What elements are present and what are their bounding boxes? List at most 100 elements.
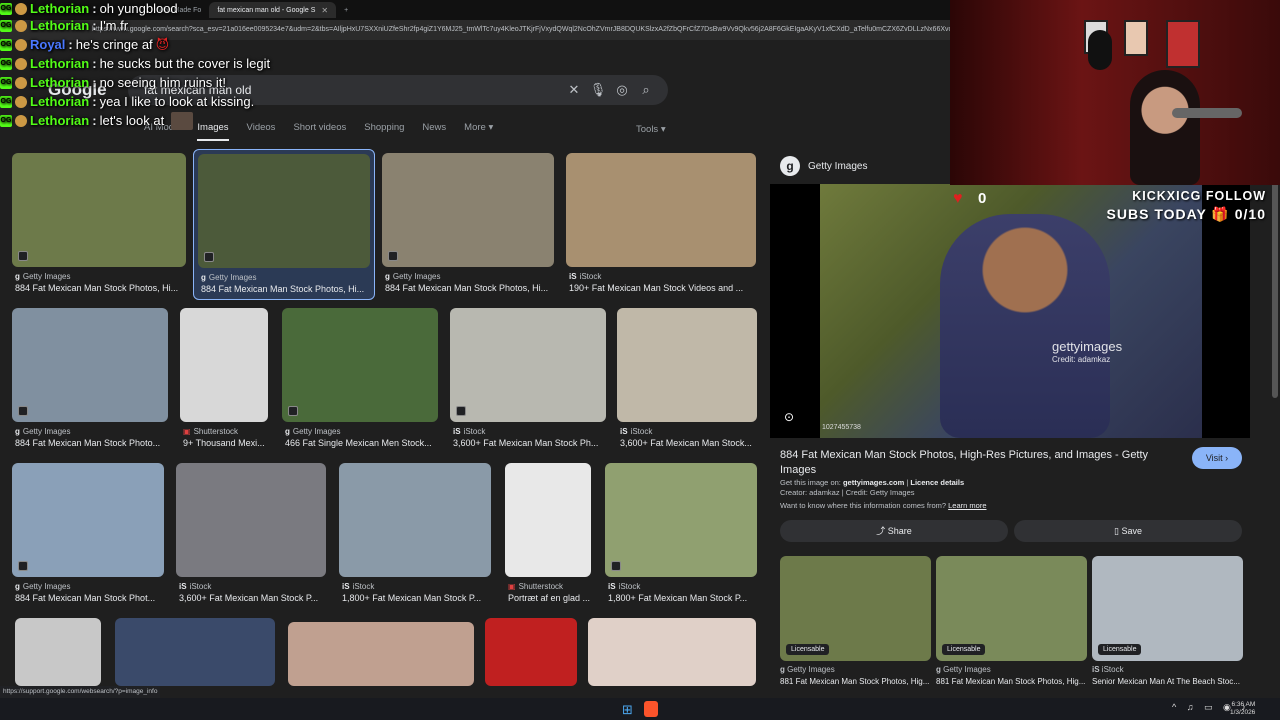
result-caption[interactable]: 884 Fat Mexican Man Stock Photos, Hi...: [201, 284, 371, 294]
result-source[interactable]: g Getty Images: [285, 427, 340, 436]
result-tile[interactable]: [485, 618, 577, 686]
result-source[interactable]: g Getty Images: [201, 273, 256, 282]
result-tile[interactable]: iS iStock 1,800+ Fat Mexican Man Stock P..…: [605, 463, 757, 608]
result-source[interactable]: iS iStock: [342, 582, 374, 591]
result-source[interactable]: iS iStock: [569, 272, 601, 281]
result-source[interactable]: g Getty Images: [15, 582, 70, 591]
result-tile[interactable]: [288, 622, 474, 686]
scrollbar[interactable]: [1272, 148, 1278, 398]
related-caption[interactable]: 881 Fat Mexican Man Stock Photos, Hig...: [780, 677, 931, 686]
result-tile[interactable]: iS iStock 1,800+ Fat Mexican Man Stock P..…: [339, 463, 491, 608]
result-tile[interactable]: g Getty Images 466 Fat Single Mexican Men …: [282, 308, 438, 453]
tab-short-videos[interactable]: Short videos: [293, 122, 346, 141]
result-caption[interactable]: 3,600+ Fat Mexican Man Stock P...: [179, 593, 327, 603]
licence-link[interactable]: Licence details: [910, 478, 964, 487]
result-tile-selected[interactable]: g Getty Images 884 Fat Mexican Man Stock P…: [193, 149, 375, 300]
close-tab-icon[interactable]: ✕: [321, 6, 328, 15]
new-tab-button[interactable]: +: [336, 2, 356, 18]
result-thumbnail[interactable]: [288, 622, 474, 686]
clear-icon[interactable]: ✕: [562, 82, 586, 98]
result-caption[interactable]: 1,800+ Fat Mexican Man Stock P...: [342, 593, 492, 603]
result-tile[interactable]: g Getty Images 884 Fat Mexican Man Stock P…: [12, 463, 164, 608]
result-thumbnail[interactable]: [198, 154, 370, 268]
result-source[interactable]: ▣ Shutterstock: [508, 582, 563, 591]
result-thumbnail[interactable]: [605, 463, 757, 577]
result-caption[interactable]: Portræt af en glad ...: [508, 593, 592, 603]
windows-start-icon[interactable]: ⊞: [622, 702, 633, 718]
learn-more-link[interactable]: Learn more: [948, 501, 986, 510]
result-tile[interactable]: iS iStock 3,600+ Fat Mexican Man Stock...: [617, 308, 757, 453]
tab-images[interactable]: Images: [197, 122, 229, 141]
related-caption[interactable]: Senior Mexican Man At The Beach Stoc...: [1092, 677, 1243, 686]
share-button[interactable]: ⤴ Share: [780, 520, 1008, 542]
tab-news[interactable]: News: [422, 122, 446, 141]
result-thumbnail[interactable]: [282, 308, 438, 422]
result-caption[interactable]: 884 Fat Mexican Man Stock Photo...: [15, 438, 169, 448]
result-tile[interactable]: g Getty Images 884 Fat Mexican Man Stock P…: [12, 308, 168, 453]
result-source[interactable]: iS iStock: [179, 582, 211, 591]
taskbar-clock[interactable]: 6:36 AM 1/3/2026: [1230, 701, 1255, 717]
result-thumbnail[interactable]: [450, 308, 606, 422]
related-image[interactable]: Licensable: [1092, 556, 1243, 661]
panel-title[interactable]: 884 Fat Mexican Man Stock Photos, High-R…: [780, 448, 1180, 478]
save-button[interactable]: ▯ Save: [1014, 520, 1242, 542]
result-source[interactable]: iS iStock: [453, 427, 485, 436]
result-source[interactable]: ▣ Shutterstock: [183, 427, 238, 436]
result-tile[interactable]: ▣ Shutterstock Portræt af en glad ...: [505, 463, 591, 608]
result-tile[interactable]: [588, 618, 756, 686]
visit-button[interactable]: Visit ›: [1192, 447, 1242, 469]
result-caption[interactable]: 884 Fat Mexican Man Stock Phot...: [15, 593, 165, 603]
related-image[interactable]: Licensable: [780, 556, 931, 661]
result-caption[interactable]: 9+ Thousand Mexi...: [183, 438, 269, 448]
result-caption[interactable]: 3,600+ Fat Mexican Man Stock...: [620, 438, 758, 448]
tab-videos[interactable]: Videos: [247, 122, 276, 141]
result-tile[interactable]: [15, 618, 101, 686]
related-source[interactable]: g Getty Images: [780, 665, 931, 674]
result-thumbnail[interactable]: [12, 308, 168, 422]
result-tile[interactable]: g Getty Images 884 Fat Mexican Man Stock P…: [382, 153, 554, 298]
result-source[interactable]: iS iStock: [608, 582, 640, 591]
tab-shopping[interactable]: Shopping: [364, 122, 404, 141]
result-thumbnail[interactable]: [617, 308, 757, 422]
result-thumbnail[interactable]: [382, 153, 554, 267]
result-thumbnail[interactable]: [115, 618, 275, 686]
result-caption[interactable]: 3,600+ Fat Mexican Man Stock Ph...: [453, 438, 607, 448]
result-caption[interactable]: 466 Fat Single Mexican Men Stock...: [285, 438, 439, 448]
result-source[interactable]: g Getty Images: [15, 272, 70, 281]
related-source[interactable]: g Getty Images: [936, 665, 1087, 674]
related-tile[interactable]: Licensable g Getty Images 881 Fat Mexican …: [936, 556, 1087, 686]
result-thumbnail[interactable]: [566, 153, 756, 267]
result-tile[interactable]: iS iStock 3,600+ Fat Mexican Man Stock P..…: [176, 463, 326, 608]
result-thumbnail[interactable]: [15, 618, 101, 686]
result-thumbnail[interactable]: [485, 618, 577, 686]
lens-icon[interactable]: ◎: [610, 82, 634, 98]
result-thumbnail[interactable]: [180, 308, 268, 422]
result-caption[interactable]: 190+ Fat Mexican Man Stock Videos and ..…: [569, 283, 757, 293]
result-source[interactable]: g Getty Images: [385, 272, 440, 281]
result-caption[interactable]: 884 Fat Mexican Man Stock Photos, Hi...: [385, 283, 555, 293]
domain-link[interactable]: gettyimages.com: [843, 478, 904, 487]
tools-button[interactable]: Tools ▾: [636, 124, 666, 135]
result-source[interactable]: g Getty Images: [15, 427, 70, 436]
brave-browser-icon[interactable]: [644, 701, 658, 717]
result-source[interactable]: iS iStock: [620, 427, 652, 436]
related-image[interactable]: Licensable: [936, 556, 1087, 661]
result-tile[interactable]: ▣ Shutterstock 9+ Thousand Mexi...: [180, 308, 268, 453]
browser-tab-active[interactable]: fat mexican man old - Google S ✕: [209, 2, 337, 18]
search-icon[interactable]: ⌕: [634, 82, 658, 98]
result-thumbnail[interactable]: [505, 463, 591, 577]
microphone-icon[interactable]: 🎙: [586, 82, 610, 98]
lens-search-icon[interactable]: ⊙: [784, 410, 794, 424]
result-tile[interactable]: g Getty Images 884 Fat Mexican Man Stock P…: [12, 153, 186, 298]
result-tile[interactable]: [115, 618, 275, 686]
result-caption[interactable]: 1,800+ Fat Mexican Man Stock P...: [608, 593, 758, 603]
result-thumbnail[interactable]: [176, 463, 326, 577]
panel-source-header[interactable]: g Getty Images: [780, 156, 867, 176]
result-thumbnail[interactable]: [12, 463, 164, 577]
result-caption[interactable]: 884 Fat Mexican Man Stock Photos, Hi...: [15, 283, 187, 293]
related-source[interactable]: iS iStock: [1092, 665, 1243, 674]
result-thumbnail[interactable]: [339, 463, 491, 577]
result-thumbnail[interactable]: [12, 153, 186, 267]
tab-more[interactable]: More ▾: [464, 122, 493, 141]
result-tile[interactable]: iS iStock 3,600+ Fat Mexican Man Stock Ph.…: [450, 308, 606, 453]
